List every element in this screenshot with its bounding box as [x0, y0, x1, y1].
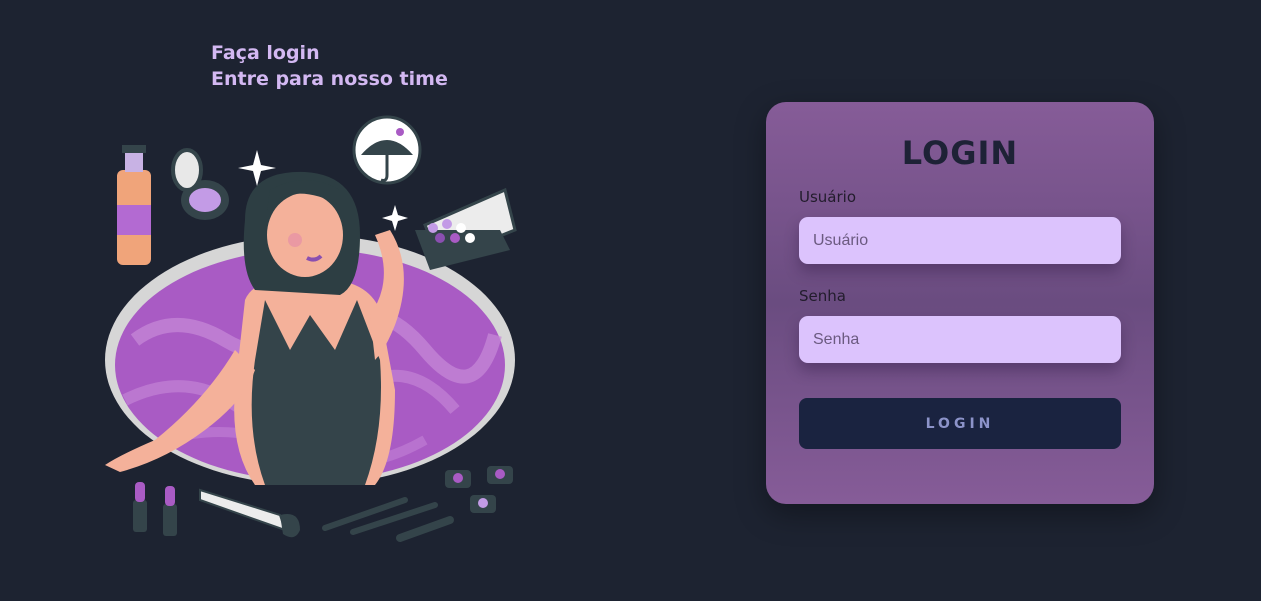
headline-subtitle: Entre para nosso time — [211, 68, 448, 90]
username-label: Usuário — [799, 188, 857, 206]
username-input[interactable] — [799, 217, 1121, 264]
login-page: Faça login Entre para nosso time LOGIN U… — [0, 0, 1261, 601]
headline-title: Faça login — [211, 42, 320, 64]
headline: Faça login Entre para nosso time — [211, 40, 448, 92]
login-button[interactable]: LOGIN — [799, 398, 1121, 449]
bath-makeup-illustration — [105, 115, 517, 542]
password-input[interactable] — [799, 316, 1121, 363]
login-card: LOGIN Usuário Senha LOGIN — [766, 102, 1154, 504]
login-title: LOGIN — [901, 134, 1019, 172]
password-label: Senha — [799, 287, 846, 305]
